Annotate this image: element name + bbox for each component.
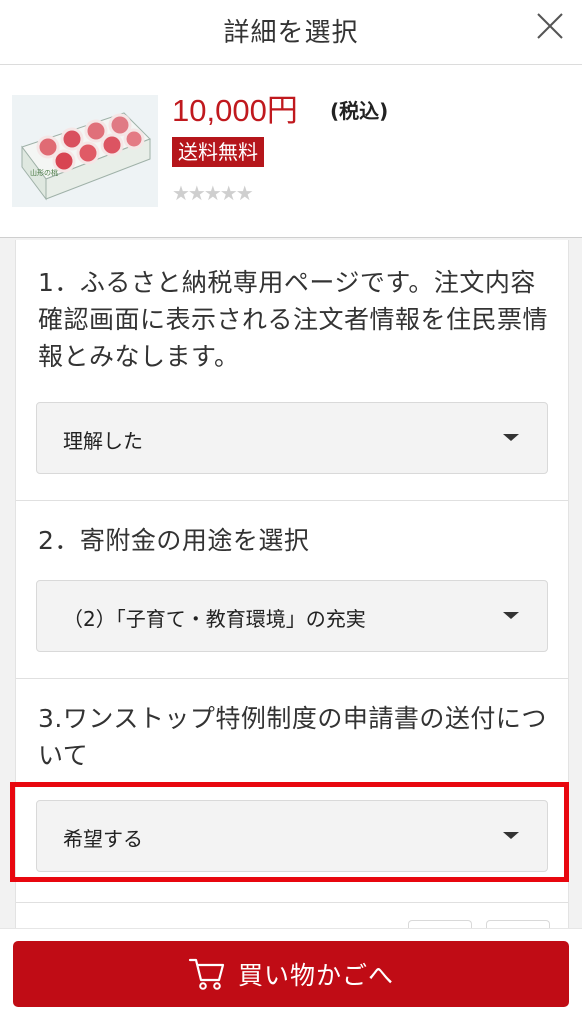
question-2-selected-value: （2）「子育て・教育環境」の充実: [63, 607, 366, 631]
tax-note: (税込): [330, 99, 389, 123]
price-currency: 円: [266, 93, 298, 128]
modal-title: 詳細を選択: [223, 18, 359, 48]
product-image: 山形の桃: [12, 95, 158, 207]
question-1-text: 1．ふるさと納税専用ページです。注文内容確認画面に表示される注文者情報を住民票情…: [38, 268, 549, 371]
product-price: 10,000円: [172, 85, 298, 130]
question-3-selected-value: 希望する: [63, 827, 143, 851]
question-3-text: 3.ワンストップ特例制度の申請書の送付について: [38, 704, 547, 770]
chevron-down-icon: [503, 612, 519, 619]
close-button[interactable]: [530, 6, 570, 46]
add-to-cart-label: 買い物かごへ: [237, 961, 394, 990]
question-3-select[interactable]: 希望する: [36, 800, 548, 872]
price-value: 10,000: [172, 93, 267, 128]
question-2-select[interactable]: （2）「子育て・教育環境」の充実: [36, 580, 548, 652]
close-icon: [537, 13, 563, 39]
product-summary: 山形の桃 10,000円 (税込) 送料無料 ★★★★★: [0, 65, 582, 238]
chevron-down-icon: [503, 832, 519, 839]
free-shipping-badge: 送料無料: [172, 137, 264, 167]
modal-header: 詳細を選択: [0, 0, 582, 65]
quantity-minus-button[interactable]: [408, 920, 472, 928]
question-2-text: 2．寄附金の用途を選択: [38, 526, 310, 555]
svg-text:山形の桃: 山形の桃: [30, 168, 58, 177]
footer-bar: 買い物かごへ: [0, 928, 582, 1025]
option-block-3: 3.ワンストップ特例制度の申請書の送付について 希望する: [16, 678, 568, 903]
question-1-select[interactable]: 理解した: [36, 402, 548, 474]
add-to-cart-button[interactable]: 買い物かごへ: [13, 941, 569, 1007]
rating-stars: ★★★★★: [172, 181, 254, 205]
options-scroll-area[interactable]: 1．ふるさと納税専用ページです。注文内容確認画面に表示される注文者情報を住民票情…: [0, 238, 582, 928]
chevron-down-icon: [503, 434, 519, 441]
options-card: 1．ふるさと納税専用ページです。注文内容確認画面に表示される注文者情報を住民票情…: [15, 240, 569, 928]
question-1-selected-value: 理解した: [63, 429, 143, 453]
option-block-2: 2．寄附金の用途を選択 （2）「子育て・教育環境」の充実: [16, 500, 568, 679]
quantity-plus-button[interactable]: [486, 920, 550, 928]
cart-icon: [188, 958, 225, 990]
option-block-1: 1．ふるさと納税専用ページです。注文内容確認画面に表示される注文者情報を住民票情…: [16, 240, 568, 501]
